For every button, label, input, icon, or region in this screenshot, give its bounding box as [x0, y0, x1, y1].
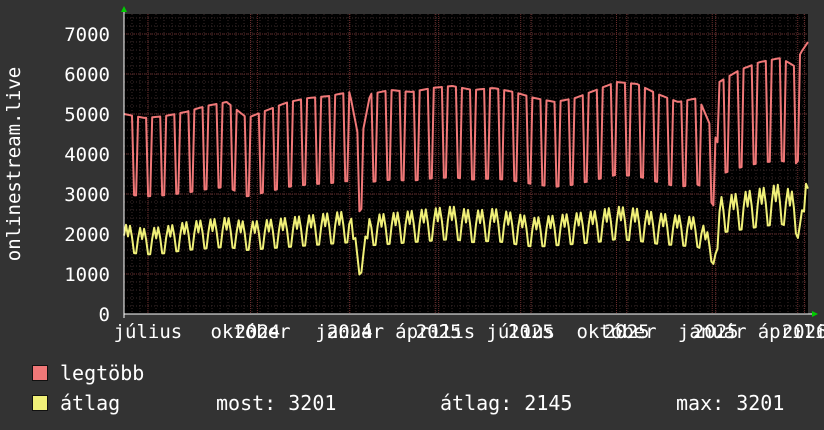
x-tick-label: július	[114, 321, 183, 343]
y-tick-label: 1000	[64, 264, 110, 286]
x-tick-label: 2025	[416, 321, 462, 343]
x-tick-label: 2025	[693, 321, 739, 343]
y-tick-label: 7000	[64, 24, 110, 46]
y-tick-label: 0	[99, 304, 110, 326]
plot-background	[124, 14, 808, 314]
y-axis-label: onlinestream.live	[3, 67, 25, 261]
y-tick-label: 6000	[64, 64, 110, 86]
x-tick-label: 2026	[782, 321, 824, 343]
y-tick-labels: 0 1000 2000 3000 4000 5000 6000 7000	[64, 24, 110, 326]
y-tick-label: 5000	[64, 104, 110, 126]
chart-canvas: 0 1000 2000 3000 4000 5000 6000 7000 július októ…	[3, 6, 824, 343]
x-axis-arrow-icon	[812, 311, 818, 317]
x-tick-label: 2025	[604, 321, 650, 343]
x-tick-label: 2024	[234, 321, 280, 343]
x-tick-labels: július október2024 január2024 április2025 jú…	[114, 321, 824, 343]
y-tick-label: 2000	[64, 224, 110, 246]
x-tick-label: 2024	[327, 321, 373, 343]
y-tick-label: 3000	[64, 184, 110, 206]
y-tick-label: 4000	[64, 144, 110, 166]
x-tick-label: 2025	[508, 321, 554, 343]
y-axis-arrow-icon	[121, 6, 127, 12]
